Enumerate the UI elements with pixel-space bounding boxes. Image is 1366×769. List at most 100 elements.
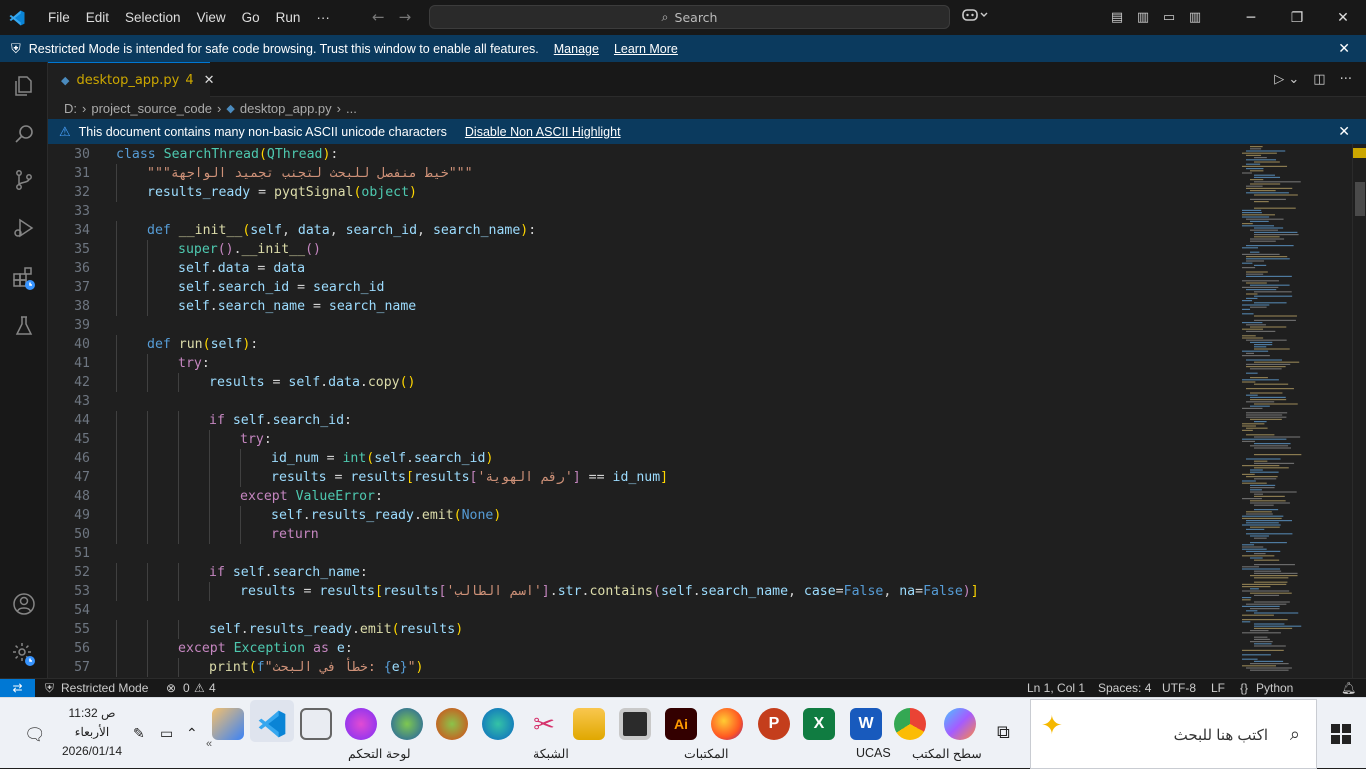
notifications-icon[interactable]: 🔔︎: [1341, 681, 1356, 695]
menu-view[interactable]: View: [189, 10, 234, 25]
customize-layout-icon[interactable]: ▤: [1104, 10, 1130, 25]
close-icon[interactable]: ✕: [1338, 40, 1350, 57]
run-file-icon[interactable]: ▷ ⌄: [1274, 72, 1299, 87]
toggle-secondary-sidebar-icon[interactable]: ▥: [1182, 10, 1208, 25]
snipping-tool-icon[interactable]: ✂: [528, 708, 560, 740]
illustrator-icon[interactable]: Ai: [665, 708, 697, 740]
battery-icon[interactable]: ▭: [160, 725, 173, 742]
line-ending[interactable]: LF: [1211, 681, 1225, 695]
menu-more[interactable]: ···: [308, 10, 338, 25]
code-line[interactable]: 48 except ValueError:: [48, 487, 1238, 506]
code-line[interactable]: 34 def __init__(self, data, search_id, se…: [48, 221, 1238, 240]
anaconda-icon[interactable]: [436, 708, 468, 740]
run-debug-icon[interactable]: [0, 208, 48, 248]
menu-go[interactable]: Go: [234, 10, 268, 25]
code-line[interactable]: 42 results = self.data.copy(): [48, 373, 1238, 392]
cursor-position[interactable]: Ln 1, Col 1: [1027, 681, 1085, 695]
code-line[interactable]: 41 try:: [48, 354, 1238, 373]
breadcrumb-drive[interactable]: D:: [64, 101, 77, 116]
restricted-mode-status[interactable]: Restricted Mode: [61, 681, 148, 695]
network-app-icon[interactable]: [391, 708, 423, 740]
code-line[interactable]: 45 try:: [48, 430, 1238, 449]
code-line[interactable]: 36 self.data = data: [48, 259, 1238, 278]
close-icon[interactable]: ✕: [1338, 123, 1350, 140]
paint-app-icon[interactable]: [212, 708, 244, 740]
excel-icon[interactable]: X: [803, 708, 835, 740]
code-line[interactable]: 37 self.search_id = search_id: [48, 278, 1238, 297]
code-line[interactable]: 51: [48, 544, 1238, 563]
testing-icon[interactable]: [0, 306, 48, 346]
language-mode[interactable]: Python: [1256, 681, 1293, 695]
source-control-icon[interactable]: [0, 160, 48, 200]
encoding[interactable]: UTF-8: [1162, 681, 1196, 695]
code-line[interactable]: 57 print(f"خطأ في البحث: {e}"): [48, 658, 1238, 677]
taskbar-search[interactable]: ✦ اكتب هنا للبحث ⌕: [1030, 699, 1317, 769]
firefox-icon[interactable]: [711, 708, 743, 740]
minimize-icon[interactable]: ─: [1228, 10, 1274, 26]
overflow-chevron-icon[interactable]: «: [206, 738, 212, 750]
copilot-app-icon[interactable]: [944, 708, 976, 740]
split-editor-icon[interactable]: ◫: [1313, 72, 1325, 87]
back-arrow-icon[interactable]: ←: [372, 8, 385, 26]
chrome-icon[interactable]: [894, 708, 926, 740]
code-editor[interactable]: 30 class SearchThread(QThread): 31 """خيط م…: [48, 144, 1238, 678]
code-line[interactable]: 30 class SearchThread(QThread):: [48, 145, 1238, 164]
code-line[interactable]: 46 id_num = int(self.search_id): [48, 449, 1238, 468]
code-line[interactable]: 35 super().__init__(): [48, 240, 1238, 259]
search-icon[interactable]: [0, 114, 48, 154]
code-line[interactable]: 56 except Exception as e:: [48, 639, 1238, 658]
scrollbar-thumb[interactable]: [1355, 182, 1365, 216]
restore-icon[interactable]: ❐: [1274, 10, 1320, 26]
learn-more-link[interactable]: Learn More: [614, 42, 678, 56]
powerpoint-icon[interactable]: P: [758, 708, 790, 740]
manage-link[interactable]: Manage: [554, 42, 599, 56]
remote-indicator-icon[interactable]: ⇄: [0, 679, 35, 698]
code-line[interactable]: 40 def run(self):: [48, 335, 1238, 354]
clock[interactable]: 11:32 ص الأربعاء 2026/01/14: [52, 704, 132, 761]
code-line[interactable]: 32 results_ready = pyqtSignal(object): [48, 183, 1238, 202]
code-line[interactable]: 55 self.results_ready.emit(results): [48, 620, 1238, 639]
ucas-toolbar-label[interactable]: UCAS: [856, 746, 891, 760]
vertical-scrollbar[interactable]: [1352, 144, 1366, 678]
code-line[interactable]: 52 if self.search_name:: [48, 563, 1238, 582]
account-icon[interactable]: [0, 584, 48, 624]
code-line[interactable]: 38 self.search_name = search_name: [48, 297, 1238, 316]
indentation[interactable]: Spaces: 4: [1098, 681, 1151, 695]
code-line[interactable]: 53 results = results[results['اسم الطالب'…: [48, 582, 1238, 601]
file-explorer-icon[interactable]: [573, 708, 605, 740]
windows-start-icon[interactable]: [1331, 724, 1351, 744]
breadcrumb-file[interactable]: desktop_app.py: [240, 101, 332, 116]
pen-icon[interactable]: ✎: [133, 725, 145, 742]
task-view-icon[interactable]: ⧉: [997, 722, 1010, 743]
command-search[interactable]: ⌕ Search: [429, 5, 950, 29]
word-icon[interactable]: W: [850, 708, 882, 740]
code-line[interactable]: 47 results = results[results['رقم الهوية'…: [48, 468, 1238, 487]
code-line[interactable]: 39: [48, 316, 1238, 335]
error-count[interactable]: 0: [183, 681, 190, 695]
code-line[interactable]: 33: [48, 202, 1238, 221]
desktop-toolbar-label[interactable]: سطح المكتب: [912, 746, 982, 761]
code-line[interactable]: 44 if self.search_id:: [48, 411, 1238, 430]
extensions-icon[interactable]: [0, 258, 48, 298]
code-line[interactable]: 43: [48, 392, 1238, 411]
code-line[interactable]: 49 self.results_ready.emit(None): [48, 506, 1238, 525]
menu-run[interactable]: Run: [268, 10, 309, 25]
menu-edit[interactable]: Edit: [78, 10, 117, 25]
code-line[interactable]: 50 return: [48, 525, 1238, 544]
forward-arrow-icon[interactable]: →: [399, 8, 412, 26]
code-line[interactable]: 54: [48, 601, 1238, 620]
more-actions-icon[interactable]: ···: [1340, 72, 1352, 87]
copilot-icon[interactable]: [962, 8, 990, 26]
code-line[interactable]: 31 """خيط منفصل للبحث لتجنب تجميد الواجهة…: [48, 164, 1238, 183]
breadcrumb-more[interactable]: ...: [346, 101, 357, 116]
toggle-panel-icon[interactable]: ▭: [1156, 10, 1182, 25]
gradient-app-icon[interactable]: [345, 708, 377, 740]
settings-gear-icon[interactable]: [0, 634, 48, 674]
minimap[interactable]: [1238, 144, 1352, 678]
menu-file[interactable]: File: [40, 10, 78, 25]
window-app-icon[interactable]: [300, 708, 332, 740]
edge-icon[interactable]: [482, 708, 514, 740]
calculator-icon[interactable]: [619, 708, 651, 740]
chevron-up-icon[interactable]: ⌃: [186, 725, 198, 742]
network-toolbar-label[interactable]: الشبكة: [533, 746, 569, 761]
